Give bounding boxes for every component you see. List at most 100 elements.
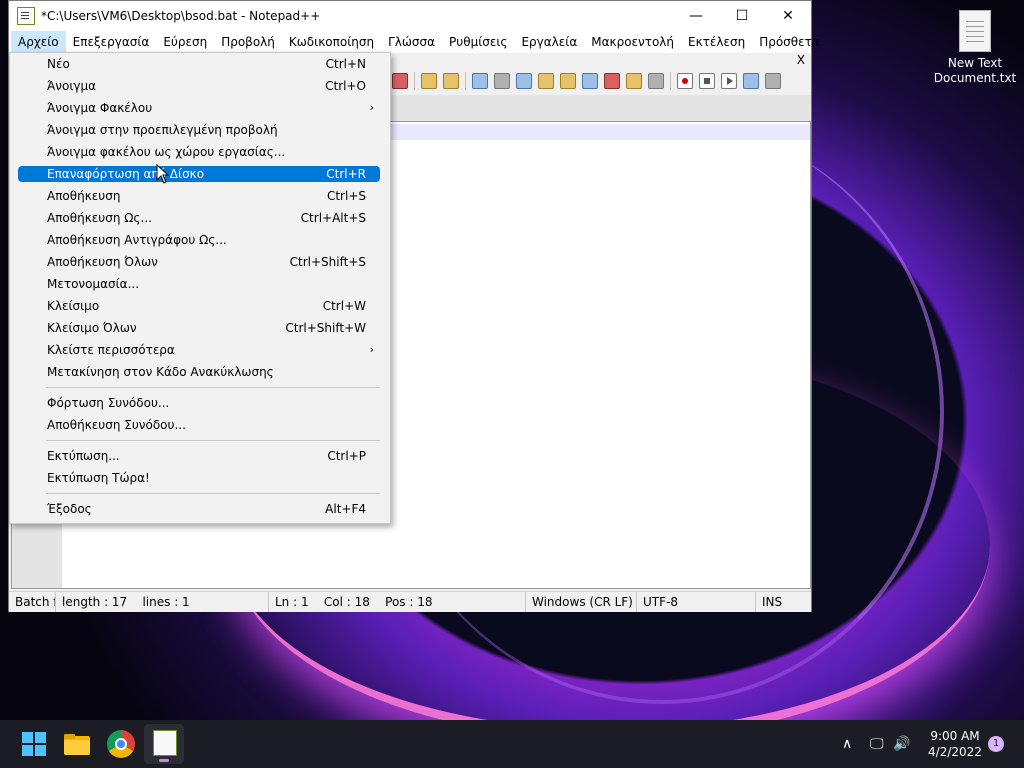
toolbar: [389, 69, 784, 93]
menu-item-label: Κλείστε περισσότερα: [47, 343, 175, 357]
menu-tools[interactable]: Εργαλεία: [514, 31, 584, 53]
menu-item-shortcut: Ctrl+Alt+S: [300, 211, 366, 225]
menu-item-new[interactable]: Νέο Ctrl+N: [18, 53, 380, 75]
notification-badge[interactable]: 1: [988, 736, 1004, 752]
menu-item-save-all[interactable]: Αποθήκευση Όλων Ctrl+Shift+S: [18, 251, 380, 273]
toolbar-separator: [414, 72, 415, 90]
close-tab-x-button[interactable]: X: [797, 53, 805, 67]
chrome-icon[interactable]: [107, 730, 135, 758]
menu-item-reload-from-disk[interactable]: Επαναφόρτωση από Δίσκο Ctrl+R: [18, 166, 380, 182]
menu-item-shortcut: Ctrl+R: [326, 167, 366, 181]
toolbar-separator: [465, 72, 466, 90]
menu-item-label: Εκτύπωση...: [47, 449, 120, 463]
menu-item-save-copy-as[interactable]: Αποθήκευση Αντιγράφου Ως...: [18, 229, 380, 251]
menu-item-label: Άνοιγμα Φακέλου: [47, 101, 153, 115]
menu-item-load-session[interactable]: Φόρτωση Συνόδου...: [18, 392, 380, 414]
show-hidden-icons-chevron-icon[interactable]: ∧: [842, 720, 852, 768]
doc-map-icon[interactable]: [560, 73, 576, 89]
menu-item-close-more[interactable]: Κλείστε περισσότερα ›: [18, 339, 380, 361]
menu-edit[interactable]: Επεξεργασία: [66, 31, 157, 53]
menu-item-shortcut: Alt+F4: [325, 502, 366, 516]
menu-item-move-to-recycle-bin[interactable]: Μετακίνηση στον Κάδο Ανακύκλωσης: [18, 361, 380, 383]
run-macro-multiple-icon[interactable]: [743, 73, 759, 89]
submenu-arrow-icon: ›: [369, 101, 374, 114]
status-insert-mode: INS: [762, 595, 783, 609]
menu-item-open[interactable]: Άνοιγμα Ctrl+O: [18, 75, 380, 97]
title-bar[interactable]: *C:\Users\VM6\Desktop\bsod.bat - Notepad…: [9, 1, 811, 31]
menu-item-print-now[interactable]: Εκτύπωση Τώρα!: [18, 467, 380, 489]
menu-item-shortcut: Ctrl+Shift+W: [285, 321, 366, 335]
menu-item-open-folder[interactable]: Άνοιγμα Φακέλου ›: [18, 97, 380, 119]
menu-item-shortcut: Ctrl+Shift+S: [289, 255, 366, 269]
volume-icon[interactable]: 🔊: [893, 720, 910, 768]
record-macro-icon[interactable]: [677, 73, 693, 89]
status-bar: Batch fi length : 17 lines : 1 Ln : 1 Co…: [9, 591, 811, 612]
find-icon[interactable]: [392, 73, 408, 89]
menu-item-close-all[interactable]: Κλείσιμο Όλων Ctrl+Shift+W: [18, 317, 380, 339]
zoom-out-icon[interactable]: [443, 73, 459, 89]
toolbar-separator: [670, 72, 671, 90]
menu-search[interactable]: Εύρεση: [156, 31, 214, 53]
menu-item-open-default-viewer[interactable]: Άνοιγμα στην προεπιλεγμένη προβολή: [18, 119, 380, 141]
menu-item-print[interactable]: Εκτύπωση... Ctrl+P: [18, 445, 380, 467]
menu-separator: [46, 387, 380, 388]
menu-separator: [46, 493, 380, 494]
menu-item-close[interactable]: Κλείσιμο Ctrl+W: [18, 295, 380, 317]
menu-item-rename[interactable]: Μετονομασία...: [18, 273, 380, 295]
menu-item-label: Μετακίνηση στον Κάδο Ανακύκλωσης: [47, 365, 274, 379]
menu-item-label: Εκτύπωση Τώρα!: [47, 471, 150, 485]
stop-macro-icon[interactable]: [699, 73, 715, 89]
menu-settings[interactable]: Ρυθμίσεις: [442, 31, 514, 53]
start-windows-icon[interactable]: [20, 730, 48, 758]
menu-encoding[interactable]: Κωδικοποίηση: [282, 31, 381, 53]
function-list-icon[interactable]: [604, 73, 620, 89]
menu-item-label: Άνοιγμα στην προεπιλεγμένη προβολή: [47, 123, 278, 137]
menu-item-save[interactable]: Αποθήκευση Ctrl+S: [18, 185, 380, 207]
close-button[interactable]: ✕: [765, 1, 811, 31]
maximize-button[interactable]: ☐: [719, 1, 765, 31]
menu-run[interactable]: Εκτέλεση: [681, 31, 752, 53]
menu-item-label: Αποθήκευση Όλων: [47, 255, 158, 269]
play-macro-icon[interactable]: [721, 73, 737, 89]
menu-item-label: Άνοιγμα: [47, 79, 97, 93]
status-ln: Ln : 1: [275, 595, 309, 609]
minimize-button[interactable]: —: [673, 1, 719, 31]
text-file-icon: [959, 10, 991, 52]
status-pos: Pos : 18: [385, 595, 433, 609]
sync-scroll-icon[interactable]: [472, 73, 488, 89]
menu-item-exit[interactable]: Έξοδος Alt+F4: [18, 498, 380, 520]
menu-item-label: Αποθήκευση Συνόδου...: [47, 418, 186, 432]
status-filetype: Batch fi: [9, 592, 56, 612]
menu-item-save-as[interactable]: Αποθήκευση Ως... Ctrl+Alt+S: [18, 207, 380, 229]
menu-item-shortcut: Ctrl+O: [325, 79, 366, 93]
clock[interactable]: 9:00 AM 4/2/2022: [920, 728, 990, 760]
menu-language[interactable]: Γλώσσα: [381, 31, 442, 53]
status-encoding[interactable]: UTF-8: [637, 592, 756, 612]
menu-item-open-folder-workspace[interactable]: Άνοιγμα φακέλου ως χώρου εργασίας...: [18, 141, 380, 163]
save-macro-icon[interactable]: [765, 73, 781, 89]
notepadpp-taskbar-icon[interactable]: [144, 724, 184, 764]
menu-item-label: Φόρτωση Συνόδου...: [47, 396, 170, 410]
file-menu-dropdown: Νέο Ctrl+N Άνοιγμα Ctrl+O Άνοιγμα Φακέλου ›…: [9, 52, 391, 524]
submenu-arrow-icon: ›: [369, 343, 374, 356]
monitoring-eye-icon[interactable]: [648, 73, 664, 89]
file-explorer-icon[interactable]: [63, 730, 91, 758]
menu-view[interactable]: Προβολή: [214, 31, 282, 53]
menu-item-label: Επαναφόρτωση από Δίσκο: [47, 167, 205, 181]
desktop-icon-new-text-document[interactable]: New Text Document.txt: [932, 8, 1018, 86]
menu-file[interactable]: Αρχείο: [11, 31, 66, 53]
network-icon[interactable]: 🖵: [870, 720, 884, 768]
menu-plugins[interactable]: Πρόσθετα: [752, 31, 827, 53]
menu-macro[interactable]: Μακροεντολή: [584, 31, 681, 53]
desktop-icon-label-line1: New Text: [947, 56, 1003, 70]
zoom-in-icon[interactable]: [421, 73, 437, 89]
menu-item-label: Αποθήκευση: [47, 189, 121, 203]
doc-list-icon[interactable]: [582, 73, 598, 89]
lang-define-icon[interactable]: [538, 73, 554, 89]
status-eol[interactable]: Windows (CR LF): [526, 592, 637, 612]
show-all-chars-icon[interactable]: [494, 73, 510, 89]
notepadpp-app-icon: [17, 7, 35, 25]
menu-item-save-session[interactable]: Αποθήκευση Συνόδου...: [18, 414, 380, 436]
folder-as-workspace-icon[interactable]: [626, 73, 642, 89]
indent-guide-icon[interactable]: [516, 73, 532, 89]
